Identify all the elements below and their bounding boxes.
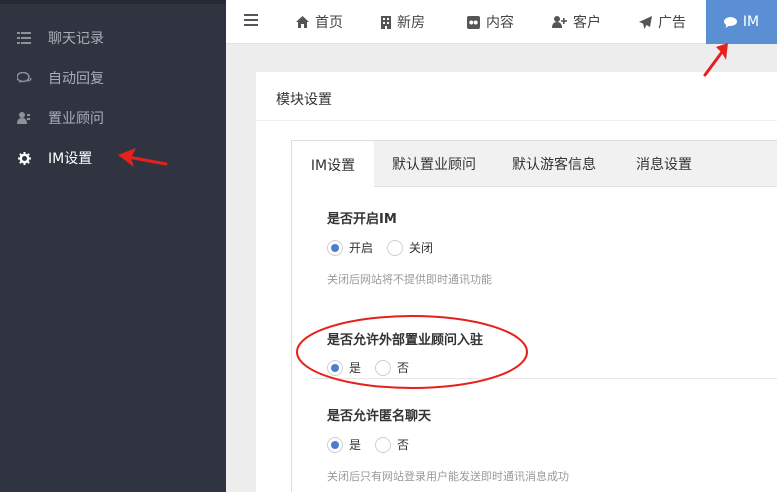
building-icon: [381, 15, 391, 29]
radio-label: 开启: [349, 241, 374, 255]
radio-enable-im-on[interactable]: 开启: [327, 239, 373, 256]
sidebar-item-label: 聊天记录: [48, 31, 104, 47]
radio-label: 关闭: [409, 241, 434, 255]
tab-default-visitor[interactable]: 默认游客信息: [494, 141, 614, 187]
help-text-anonymous-chat: 关闭后只有网站登录用户能发送即时通讯消息成功: [327, 470, 569, 483]
field-separator: [311, 378, 777, 379]
help-text-enable-im: 关闭后网站将不提供即时通讯功能: [327, 273, 492, 286]
nav-label: 新房: [397, 15, 425, 31]
home-icon: [296, 16, 309, 28]
tab-default-consultant[interactable]: 默认置业顾问: [374, 141, 494, 187]
nav-content[interactable]: 内容: [467, 0, 514, 44]
sidebar-top-edge: [0, 0, 226, 4]
hamburger-menu-icon[interactable]: [244, 14, 258, 26]
user-plus-icon: [552, 16, 567, 28]
sidebar: 聊天记录 自动回复 置业顾问 IM设置: [0, 0, 226, 492]
radio-label: 否: [397, 361, 410, 375]
radio-dot: [387, 239, 403, 256]
radio-enable-im-off[interactable]: 关闭: [387, 239, 433, 256]
nav-label: IM: [742, 14, 760, 30]
radio-dot: [375, 436, 391, 453]
nav-label: 客户: [573, 15, 601, 31]
radio-dot: [327, 436, 343, 453]
comments-icon: [0, 71, 48, 85]
field-label-allow-external-consultants: 是否允许外部置业顾问入驻: [327, 333, 484, 348]
flickr-icon: [467, 15, 480, 29]
tab-im-settings[interactable]: IM设置: [292, 141, 374, 188]
sidebar-item-chat-records[interactable]: 聊天记录: [0, 18, 226, 58]
settings-tabs: IM设置 默认置业顾问 默认游客信息 消息设置: [292, 141, 777, 188]
nav-ads[interactable]: 广告: [639, 0, 686, 44]
radio-anonymous-yes[interactable]: 是: [327, 436, 361, 453]
sidebar-item-label: 自动回复: [48, 71, 104, 87]
module-settings-panel: 模块设置 IM设置 默认置业顾问 默认游客信息 消息设置 是否开启IM 开启 关…: [256, 72, 777, 492]
radio-dot: [327, 359, 343, 376]
settings-card: IM设置 默认置业顾问 默认游客信息 消息设置: [291, 140, 777, 492]
radio-allow-external-no[interactable]: 否: [375, 359, 409, 376]
sidebar-item-auto-reply[interactable]: 自动回复: [0, 58, 226, 98]
panel-divider: [256, 120, 777, 121]
annotation-arrow-topnav: [703, 43, 728, 77]
list-icon: [0, 32, 48, 44]
sidebar-item-label: 置业顾问: [48, 111, 104, 127]
users-icon: [0, 112, 48, 124]
radio-dot: [375, 359, 391, 376]
comment-icon: [723, 16, 737, 28]
nav-label: 首页: [315, 15, 343, 31]
sidebar-item-consultants[interactable]: 置业顾问: [0, 98, 226, 138]
nav-label: 内容: [486, 15, 514, 31]
radio-dot: [327, 239, 343, 256]
radio-label: 是: [349, 438, 362, 452]
radio-allow-external-yes[interactable]: 是: [327, 359, 361, 376]
nav-new-homes[interactable]: 新房: [381, 0, 425, 44]
tab-message-settings[interactable]: 消息设置: [614, 141, 714, 187]
field-label-enable-im: 是否开启IM: [327, 212, 397, 227]
nav-im[interactable]: IM: [706, 0, 777, 44]
nav-customers[interactable]: 客户: [552, 0, 601, 44]
radio-label: 否: [397, 438, 410, 452]
gear-icon: [0, 151, 48, 165]
nav-home[interactable]: 首页: [296, 0, 343, 44]
radio-label: 是: [349, 361, 362, 375]
panel-title: 模块设置: [276, 92, 332, 108]
paper-plane-icon: [639, 15, 652, 29]
top-navigation: 首页 新房 内容 客户 广告 IM: [226, 0, 777, 44]
radio-anonymous-no[interactable]: 否: [375, 436, 409, 453]
sidebar-item-im-settings[interactable]: IM设置: [0, 138, 226, 178]
field-label-allow-anonymous-chat: 是否允许匿名聊天: [327, 409, 432, 424]
nav-label: 广告: [658, 15, 686, 31]
sidebar-item-label: IM设置: [48, 151, 93, 167]
